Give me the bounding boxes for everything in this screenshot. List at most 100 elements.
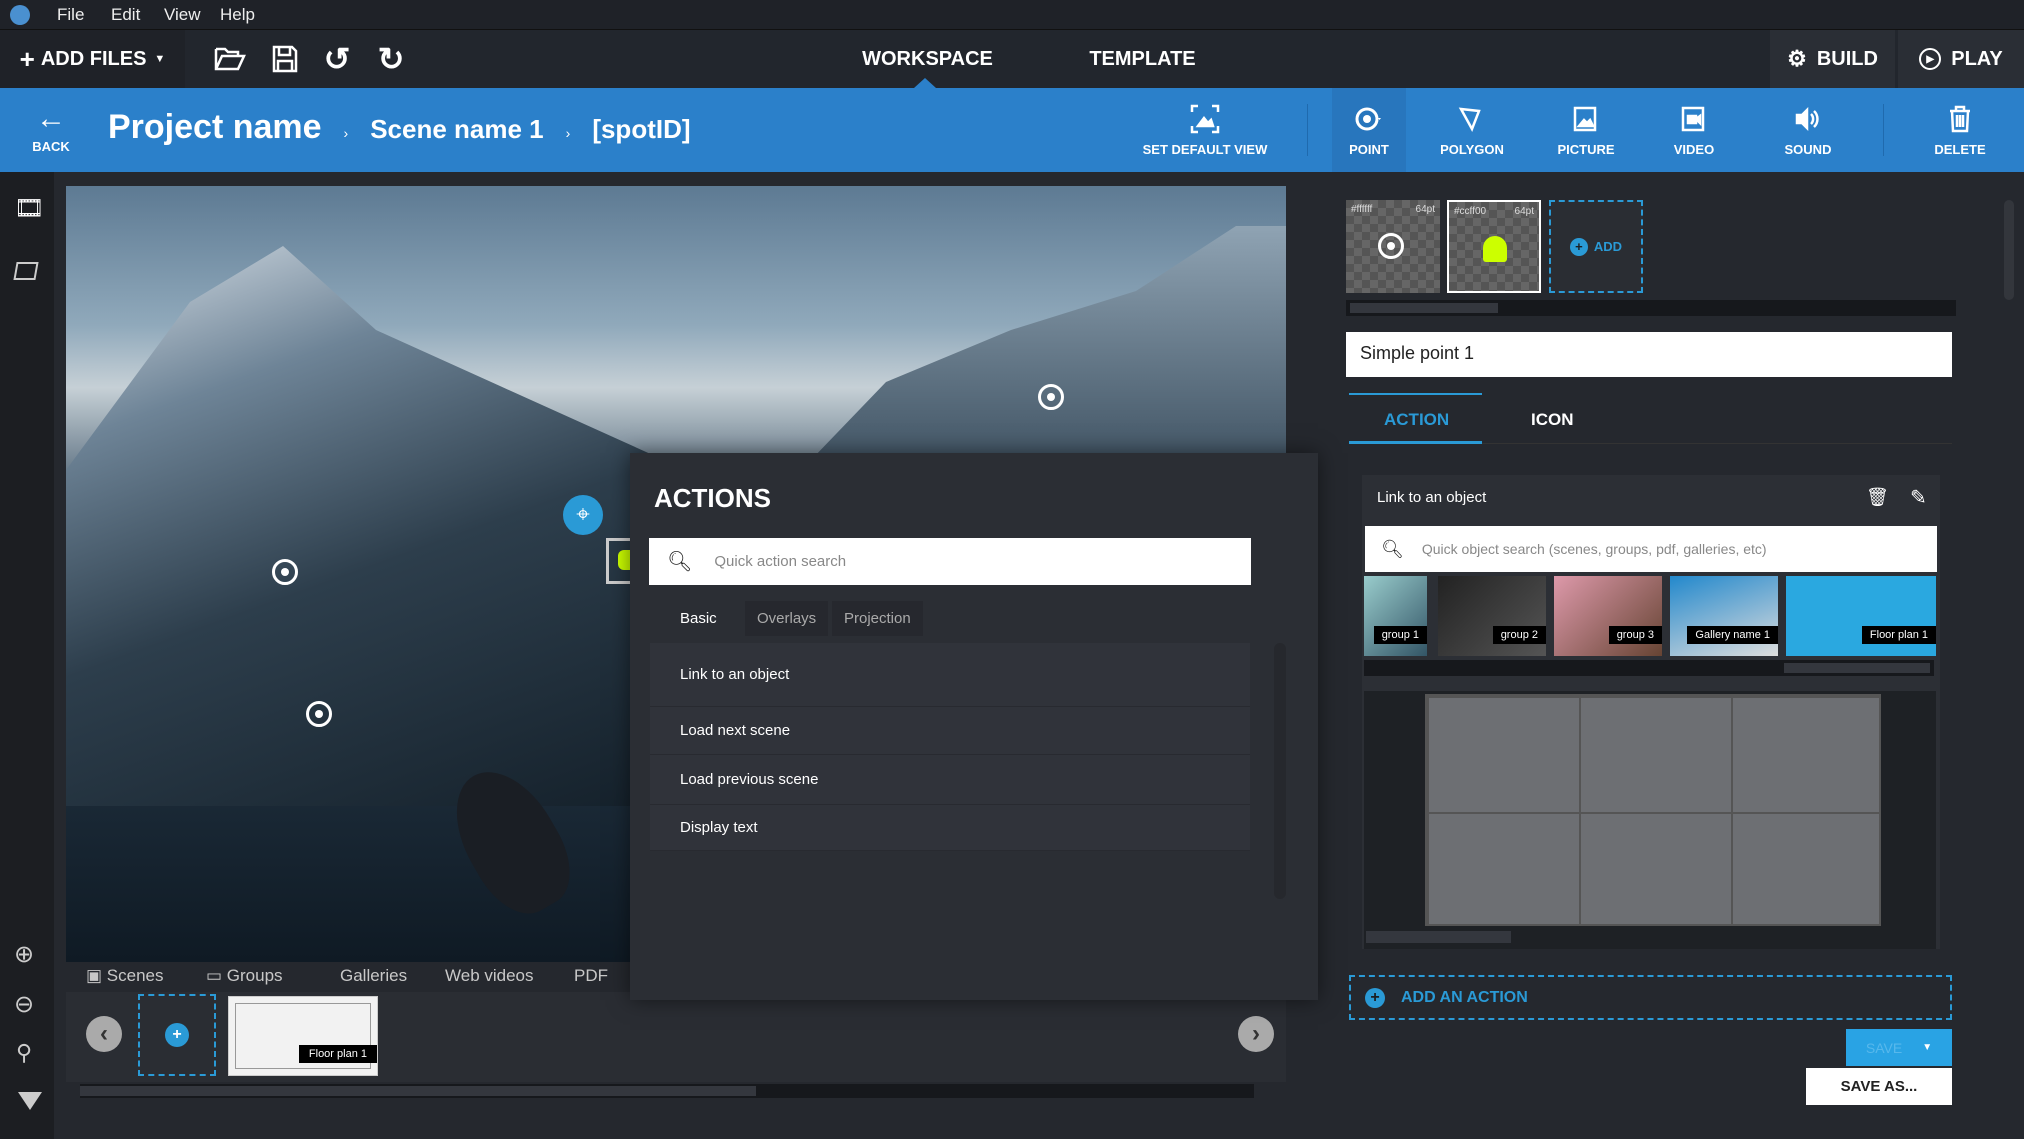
- app-logo: [10, 5, 30, 25]
- menu-edit[interactable]: Edit: [111, 5, 140, 25]
- build-button[interactable]: ⚙ BUILD: [1770, 30, 1895, 88]
- set-default-view-button[interactable]: SET DEFAULT VIEW: [1130, 88, 1280, 172]
- icon-thumb-android[interactable]: #ccff00 64pt: [1447, 200, 1541, 293]
- pencil-icon[interactable]: ✎: [1910, 485, 1927, 510]
- tab-overlays[interactable]: Overlays: [745, 601, 829, 636]
- filmstrip-scrollbar[interactable]: [80, 1084, 1254, 1098]
- menu-view[interactable]: View: [164, 5, 201, 25]
- actions-scrollbar[interactable]: [1274, 643, 1286, 899]
- breadcrumb-scene[interactable]: Scene name 1: [370, 114, 543, 145]
- action-item[interactable]: Display text: [650, 805, 1250, 851]
- action-search-input[interactable]: 🔍︎ Quick action search: [649, 538, 1251, 585]
- filmstrip: ‹ + Floor plan 1 ›: [66, 992, 1286, 1082]
- filter-icon[interactable]: [18, 1092, 42, 1110]
- add-files-button[interactable]: + ADD FILES ▼: [0, 30, 185, 88]
- object-thumb[interactable]: Gallery name 1: [1670, 576, 1778, 656]
- play-button[interactable]: ▶ PLAY: [1898, 30, 2024, 88]
- floorplan-thumbnail[interactable]: Floor plan 1: [228, 996, 378, 1076]
- thumbnail-label: Floor plan 1: [298, 1045, 377, 1063]
- spot-name-input[interactable]: Simple point 1: [1346, 332, 1952, 377]
- scenes-icon: ▣: [86, 966, 107, 985]
- object-search-input[interactable]: 🔍︎ Quick object search (scenes, groups, …: [1365, 526, 1937, 572]
- menu-file[interactable]: File: [57, 5, 84, 25]
- back-button[interactable]: ← BACK: [20, 88, 82, 172]
- tab-web-videos[interactable]: Web videos: [445, 966, 534, 986]
- delete-tool[interactable]: DELETE: [1925, 88, 1995, 172]
- scrollbar-thumb[interactable]: [1366, 931, 1511, 943]
- tab-galleries[interactable]: Galleries: [340, 966, 407, 986]
- scrollbar-thumb[interactable]: [1784, 663, 1930, 673]
- chevron-right-icon: ›: [565, 125, 571, 141]
- picture-icon: [1573, 106, 1597, 131]
- tab-icon[interactable]: ICON: [1531, 410, 1574, 430]
- redo-icon[interactable]: ↻: [371, 30, 411, 88]
- plus-circle-icon: +: [1365, 987, 1385, 1008]
- menu-bar: File Edit View Help: [0, 0, 2024, 30]
- breadcrumb-project[interactable]: Project name: [108, 108, 322, 147]
- sound-icon: [1795, 106, 1819, 131]
- add-action-button[interactable]: + ADD AN ACTION: [1349, 975, 1952, 1020]
- picture-tool[interactable]: PICTURE: [1546, 88, 1626, 172]
- tab-basic[interactable]: Basic: [680, 610, 717, 627]
- zoom-out-icon[interactable]: ⊖: [14, 990, 34, 1019]
- tab-projection[interactable]: Projection: [832, 601, 923, 636]
- scenes-icon[interactable]: 🎞: [14, 194, 44, 223]
- caret-down-icon: ▼: [154, 53, 166, 65]
- floorplan-drawing: [1425, 694, 1881, 926]
- action-item[interactable]: Load next scene: [650, 707, 1250, 755]
- caret-down-icon: ▼: [1922, 1042, 1933, 1053]
- hotspot-point[interactable]: [1038, 384, 1064, 410]
- breadcrumb: Project name › Scene name 1 › [spotID]: [108, 108, 691, 147]
- actions-popup: ACTIONS 🔍︎ Quick action search Basic Ove…: [630, 453, 1318, 1000]
- right-panel-scrollbar[interactable]: [2004, 200, 2014, 300]
- action-item[interactable]: Link to an object: [650, 643, 1250, 707]
- book-icon[interactable]: [13, 262, 39, 280]
- tab-groups[interactable]: ▭ Groups: [206, 966, 283, 986]
- scrollbar-thumb[interactable]: [1350, 303, 1498, 313]
- object-thumb[interactable]: group 2: [1438, 576, 1546, 656]
- menu-help[interactable]: Help: [220, 5, 255, 25]
- divider: [1307, 104, 1308, 156]
- search-icon: 🔍︎: [1381, 538, 1404, 559]
- arrow-left-icon: ←: [36, 101, 66, 135]
- icons-scrollbar[interactable]: [1346, 300, 1956, 316]
- android-icon: [1483, 236, 1507, 262]
- sound-tool[interactable]: SOUND: [1768, 88, 1848, 172]
- object-thumb[interactable]: Floor plan 1: [1786, 576, 1936, 656]
- video-tool[interactable]: VIDEO: [1654, 88, 1734, 172]
- zoom-in-icon[interactable]: ⊕: [14, 940, 34, 969]
- next-arrow-icon[interactable]: ›: [1238, 1016, 1274, 1052]
- object-thumb[interactable]: group 3: [1554, 576, 1662, 656]
- undo-icon[interactable]: ↺: [317, 30, 357, 88]
- tab-pdf[interactable]: PDF: [574, 966, 608, 986]
- move-handle-icon[interactable]: ⌖: [563, 495, 603, 535]
- chevron-right-icon: ›: [343, 125, 349, 141]
- object-thumb[interactable]: group 1: [1364, 576, 1427, 656]
- tab-scenes[interactable]: ▣ Scenes: [86, 966, 164, 986]
- search-icon[interactable]: ⚲: [16, 1040, 32, 1066]
- save-as-menu-item[interactable]: SAVE AS...: [1806, 1068, 1952, 1105]
- divider: [1883, 104, 1884, 156]
- tab-template[interactable]: TEMPLATE: [1070, 30, 1215, 88]
- save-icon[interactable]: [265, 30, 305, 88]
- save-button[interactable]: SAVE ▼: [1846, 1029, 1952, 1066]
- trash-icon[interactable]: 🗑︎: [1866, 487, 1889, 508]
- scrollbar-thumb[interactable]: [80, 1086, 756, 1096]
- objects-scrollbar[interactable]: [1364, 660, 1934, 676]
- plus-circle-icon: +: [1569, 237, 1588, 256]
- tab-underline: [1349, 441, 1482, 444]
- hotspot-point[interactable]: [306, 701, 332, 727]
- prev-arrow-icon[interactable]: ‹: [86, 1016, 122, 1052]
- add-icon-button[interactable]: + ADD: [1549, 200, 1643, 293]
- point-icon: [1355, 107, 1381, 130]
- open-folder-icon[interactable]: [210, 30, 250, 88]
- icon-thumb-white[interactable]: #ffffff 64pt: [1346, 200, 1440, 293]
- point-tool[interactable]: POINT: [1332, 88, 1406, 172]
- hotspot-point[interactable]: [272, 559, 298, 585]
- add-scene-button[interactable]: +: [138, 994, 216, 1076]
- active-tab-indicator: [914, 78, 936, 88]
- action-item[interactable]: Load previous scene: [650, 755, 1250, 805]
- tab-action[interactable]: ACTION: [1384, 410, 1449, 430]
- actions-title: ACTIONS: [654, 483, 771, 513]
- polygon-tool[interactable]: POLYGON: [1432, 88, 1512, 172]
